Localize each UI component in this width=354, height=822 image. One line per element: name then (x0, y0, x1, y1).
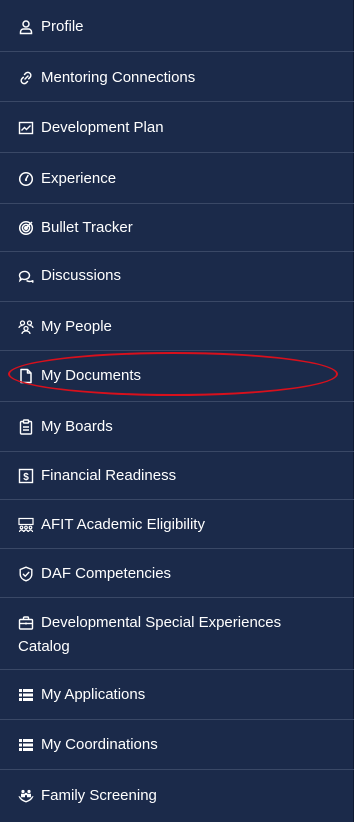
document-icon (18, 368, 34, 384)
nav-item-mentoring-connections[interactable]: Mentoring Connections (0, 52, 354, 102)
nav-item-label: Discussions (41, 267, 122, 284)
nav-item-label: Developmental Special Experiences (41, 614, 282, 631)
nav-item-label: My Boards (41, 418, 113, 435)
nav-item-label: Profile (41, 18, 84, 35)
nav-item-financial-readiness[interactable]: $ Financial Readiness (0, 452, 354, 500)
nav-item-label: AFIT Academic Eligibility (41, 516, 205, 533)
nav-item-label: Mentoring Connections (41, 69, 196, 86)
svg-text:$: $ (23, 472, 29, 483)
family-hands-icon (18, 788, 34, 804)
nav-item-afit-academic-eligibility[interactable]: AFIT Academic Eligibility (0, 500, 354, 549)
clipboard-icon (18, 419, 34, 435)
nav-item-developmental-special-experiences-catalog[interactable]: Developmental Special Experiences Catalo… (0, 598, 354, 670)
nav-item-label: Family Screening (41, 787, 157, 804)
nav-item-profile[interactable]: Profile (0, 0, 354, 52)
list-icon (18, 737, 34, 753)
nav-item-label: DAF Competencies (41, 565, 172, 582)
nav-item-my-coordinations[interactable]: My Coordinations (0, 720, 354, 770)
shield-check-icon (18, 566, 34, 582)
user-icon (18, 19, 34, 35)
nav-item-experience[interactable]: Experience (0, 153, 354, 204)
chat-bubbles-icon (18, 268, 34, 284)
nav-item-label-line2: Catalog (18, 638, 70, 655)
group-board-icon (18, 517, 34, 533)
list-icon (18, 687, 34, 703)
nav-item-my-boards[interactable]: My Boards (0, 402, 354, 452)
nav-item-my-documents[interactable]: My Documents (0, 351, 354, 402)
nav-item-label: My Coordinations (41, 736, 158, 753)
nav-item-bullet-tracker[interactable]: Bullet Tracker (0, 204, 354, 252)
trend-chart-icon (18, 120, 34, 136)
nav-item-development-plan[interactable]: Development Plan (0, 102, 354, 153)
people-icon (18, 319, 34, 335)
nav-item-label: Bullet Tracker (41, 219, 133, 236)
link-icon (18, 70, 34, 86)
nav-item-family-screening[interactable]: Family Screening (0, 770, 354, 822)
nav-item-label: My Applications (41, 686, 146, 703)
briefcase-icon (18, 615, 34, 631)
nav-item-label: Financial Readiness (41, 467, 177, 484)
nav-item-label: My People (41, 318, 112, 335)
nav-item-label: Experience (41, 170, 117, 187)
nav-item-label: My Documents (41, 367, 142, 384)
gauge-icon (18, 171, 34, 187)
nav-item-discussions[interactable]: Discussions (0, 252, 354, 302)
dollar-icon: $ (18, 468, 34, 484)
nav-item-my-people[interactable]: My People (0, 302, 354, 351)
sidebar-nav: Profile Mentoring Connections Developmen… (0, 0, 354, 822)
nav-item-label: Development Plan (41, 119, 164, 136)
target-icon (18, 220, 34, 236)
nav-item-daf-competencies[interactable]: DAF Competencies (0, 549, 354, 598)
nav-item-my-applications[interactable]: My Applications (0, 670, 354, 720)
